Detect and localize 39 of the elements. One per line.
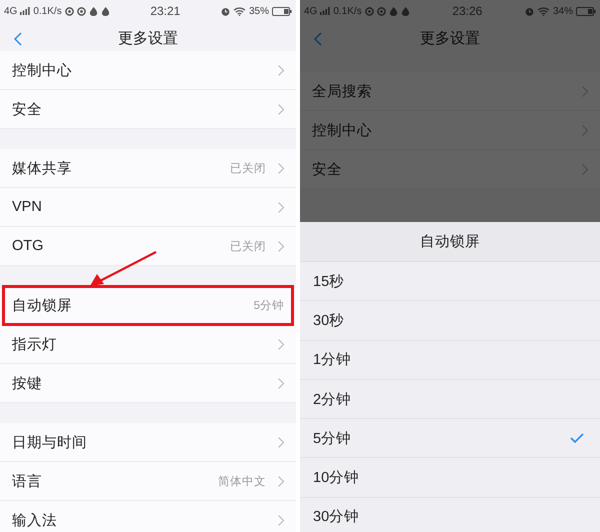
battery-icon	[576, 6, 596, 16]
option-item[interactable]: 15秒	[300, 262, 600, 302]
battery-percent: 34%	[552, 6, 573, 16]
settings-row[interactable]: 自动锁屏 5分钟	[3, 286, 293, 325]
option-item[interactable]: 30分钟	[300, 498, 600, 532]
network-speed: 0.1K/s	[33, 6, 62, 16]
option-item[interactable]: 5分钟	[300, 419, 600, 458]
settings-row[interactable]: 输入法	[0, 501, 296, 532]
settings-row[interactable]: 安全	[0, 90, 296, 129]
option-item[interactable]: 10分钟	[300, 458, 600, 498]
signal-icon	[20, 7, 30, 15]
page-title: 更多设置	[420, 29, 480, 48]
battery-icon	[272, 6, 292, 16]
clock-time: 23:26	[452, 4, 482, 18]
sheet-title: 自动锁屏	[300, 222, 600, 262]
network-speed: 0.1K/s	[333, 6, 362, 16]
settings-row[interactable]: 日期与时间	[0, 423, 296, 462]
settings-row[interactable]: 控制中心	[0, 51, 296, 90]
page-title: 更多设置	[118, 29, 178, 48]
option-item[interactable]: 30秒	[300, 301, 600, 341]
back-icon[interactable]	[314, 32, 322, 46]
settings-row[interactable]: 指示灯	[0, 325, 296, 364]
alarm-icon	[524, 6, 534, 16]
alarm-icon	[220, 6, 230, 16]
network-type: 4G	[304, 6, 318, 16]
wifi-icon	[232, 6, 246, 16]
settings-row[interactable]: OTG 已关闭	[0, 227, 296, 266]
network-type: 4G	[4, 6, 18, 16]
settings-row[interactable]: 语言 简体中文	[0, 462, 296, 501]
settings-row[interactable]: 媒体共享 已关闭	[0, 149, 296, 188]
option-item[interactable]: 2分钟	[300, 380, 600, 420]
battery-percent: 35%	[248, 6, 269, 16]
signal-icon	[320, 7, 330, 15]
settings-row[interactable]: 按键	[0, 364, 296, 403]
back-icon[interactable]	[14, 32, 22, 46]
clock-time: 23:21	[150, 4, 180, 18]
option-item[interactable]: 1分钟	[300, 340, 600, 380]
wifi-icon	[536, 6, 550, 16]
settings-row[interactable]: VPN	[0, 188, 296, 227]
